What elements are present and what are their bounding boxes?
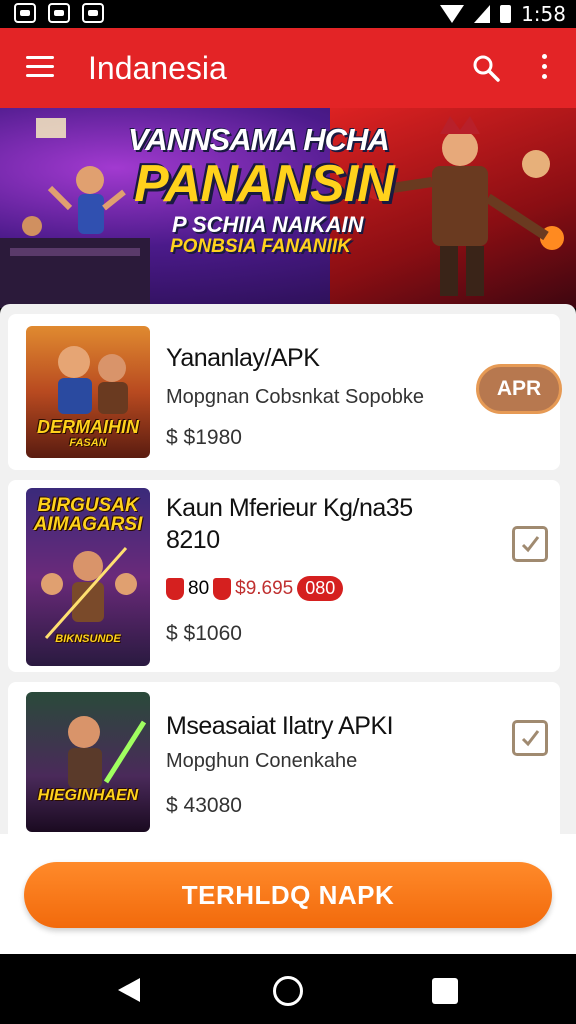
- app-bar: Indanesia: [0, 28, 576, 108]
- price-value: $1060: [183, 622, 242, 645]
- app-price: $ $1980: [166, 426, 242, 450]
- app-title-text-line2: 8210: [166, 526, 220, 554]
- check-icon: [521, 536, 540, 553]
- banner-headline-1: VANNSAMA HCHA: [128, 122, 390, 157]
- app-title: Indanesia: [88, 50, 227, 86]
- cast-icon: [14, 3, 36, 23]
- banner-subline-1: P SCHIIA NAIKAIN: [172, 212, 364, 237]
- thumbnail-caption: HIEGINHAEN: [37, 787, 139, 804]
- discount-badge: 080: [297, 576, 344, 601]
- discount-tag-icon: [166, 577, 184, 600]
- checkbox[interactable]: [512, 720, 548, 756]
- thumbnail-caption: BIRGUSAK AIMAGARSI: [33, 495, 143, 535]
- thumbnail-caption-small: BIKNSUNDE: [55, 633, 121, 645]
- thumbnail-art: [68, 716, 147, 788]
- thumbnail-caption: DERMAIHIN: [37, 417, 139, 437]
- hamburger-menu-icon[interactable]: [26, 56, 54, 78]
- checkbox[interactable]: [512, 526, 548, 562]
- discount-price: $9.695: [235, 577, 294, 599]
- dollar-sign-icon: $: [166, 622, 178, 645]
- banner-headline-2: PANANSIN: [134, 155, 395, 213]
- apk-button[interactable]: APR: [476, 364, 562, 414]
- app-title-text: Mseasaiat Ilatry APKI: [166, 712, 394, 740]
- more-options-icon[interactable]: [538, 54, 550, 82]
- discount-row: 80 $9.695 080: [166, 576, 344, 601]
- app-thumbnail: HIEGINHAEN: [26, 692, 150, 832]
- dollar-sign-icon: $: [166, 794, 178, 817]
- primary-cta-button[interactable]: TERHLDQ NAPK: [24, 862, 552, 928]
- notification-icons: [14, 3, 104, 23]
- status-bar: 1:58: [0, 0, 576, 28]
- system-nav-bar: [0, 954, 576, 1024]
- search-icon[interactable]: [472, 54, 500, 82]
- system-icons: 1:58: [440, 2, 566, 26]
- app-list: DERMAIHIN FASAN Yananlay/APK Mopgnan Cob…: [0, 304, 576, 834]
- list-item[interactable]: DERMAIHIN FASAN Yananlay/APK Mopgnan Cob…: [8, 314, 562, 470]
- signal-icon: [474, 5, 491, 23]
- recent-apps-icon[interactable]: [432, 978, 458, 1004]
- app-subtitle: Mopghun Conenkahe: [166, 750, 358, 772]
- dollar-sign-icon: $: [166, 426, 178, 449]
- banner-subline-2: PONBSIA FANANIIK: [170, 236, 351, 257]
- photo-notification-icon: [82, 3, 104, 23]
- app-price: $ 43080: [166, 794, 242, 818]
- app-price: $ $1060: [166, 622, 242, 646]
- home-icon[interactable]: [273, 976, 303, 1006]
- discount-value: 80: [188, 577, 210, 599]
- wifi-icon: [440, 5, 465, 23]
- discount-tag-icon: [213, 577, 232, 600]
- app-thumbnail: DERMAIHIN FASAN: [26, 326, 150, 458]
- app-title-text: Kaun Mferieur Kg/na35: [166, 494, 413, 522]
- promo-banner[interactable]: VANNSAMA HCHA PANANSIN P SCHIIA NAIKAIN …: [0, 108, 576, 308]
- price-value: $1980: [183, 426, 242, 449]
- status-time: 1:58: [521, 2, 566, 26]
- battery-icon: [500, 5, 512, 23]
- image-notification-icon: [48, 3, 70, 23]
- list-item[interactable]: BIRGUSAK AIMAGARSI BIKNSUNDE Kaun Mferie…: [8, 480, 560, 672]
- thumbnail-caption-small: FASAN: [69, 437, 107, 449]
- price-value: 43080: [183, 794, 242, 817]
- app-thumbnail: BIRGUSAK AIMAGARSI BIKNSUNDE: [26, 488, 150, 666]
- bottom-action-area: TERHLDQ NAPK: [0, 834, 576, 954]
- check-icon: [521, 730, 540, 747]
- app-title-text: Yananlay/APK: [166, 344, 320, 372]
- app-subtitle: Mopgnan Cobsnkat Sopobke: [166, 386, 424, 408]
- back-icon[interactable]: [118, 978, 140, 1002]
- list-item[interactable]: HIEGINHAEN Mseasaiat Ilatry APKI Mopghun…: [8, 682, 560, 834]
